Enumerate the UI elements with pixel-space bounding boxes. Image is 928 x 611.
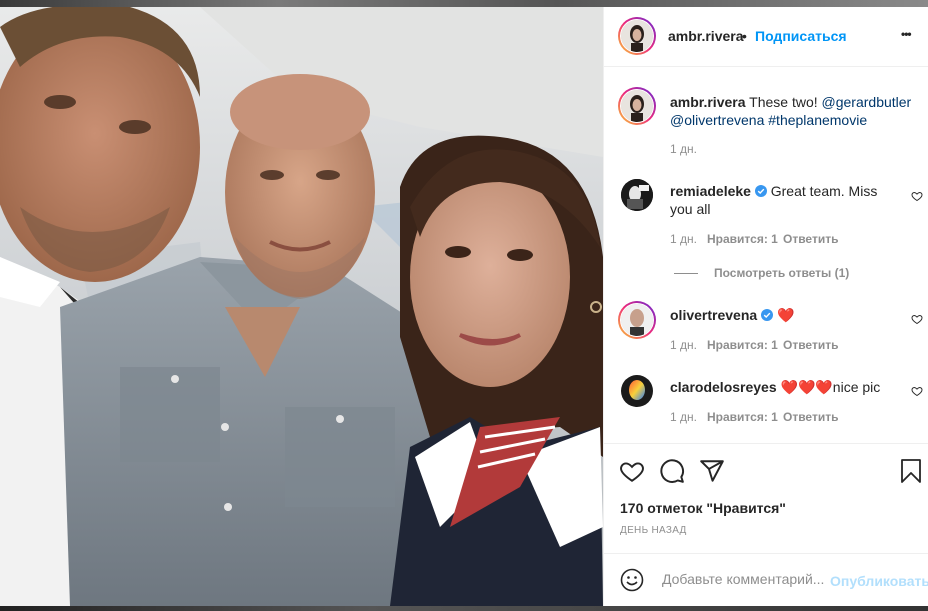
caption-avatar[interactable] xyxy=(618,87,656,125)
author-avatar[interactable] xyxy=(618,17,656,55)
reply-button[interactable]: Ответить xyxy=(783,410,838,424)
emoji-icon[interactable] xyxy=(620,568,644,592)
post-details-panel: ambr.rivera • Подписаться ••• ambr.river… xyxy=(603,7,928,606)
author-username[interactable]: ambr.rivera xyxy=(668,28,744,44)
comment-likes[interactable]: Нравится: 1 xyxy=(707,338,778,352)
commenter-avatar[interactable] xyxy=(621,375,653,407)
likes-count[interactable]: 170 отметок "Нравится" xyxy=(620,500,786,516)
comment-text: ❤️❤️❤️nice pic xyxy=(780,379,881,395)
publish-button[interactable]: Опубликовать xyxy=(830,573,928,589)
comment-username[interactable]: clarodelosreyes xyxy=(670,379,777,395)
add-comment-bar: Опубликовать xyxy=(604,553,928,606)
comment-likes[interactable]: Нравится: 1 xyxy=(707,410,778,424)
comment-text: ❤️ xyxy=(776,307,795,323)
caption-lead: These two! xyxy=(749,94,818,110)
more-options-icon[interactable]: ••• xyxy=(901,27,912,41)
hashtag-theplanemovie[interactable]: #theplanemovie xyxy=(768,112,867,128)
comment-like-icon[interactable] xyxy=(911,385,923,397)
post-header: ambr.rivera • Подписаться ••• xyxy=(604,7,928,67)
comment-username[interactable]: olivertrevena xyxy=(670,307,757,323)
comment-username[interactable]: remiadeleke xyxy=(670,183,751,199)
reply-button[interactable]: Ответить xyxy=(783,338,838,352)
like-heart-icon[interactable] xyxy=(619,458,645,484)
caption-time[interactable]: 1 дн. xyxy=(670,142,697,156)
verified-badge-icon xyxy=(754,185,767,197)
follow-button[interactable]: Подписаться xyxy=(755,28,847,44)
replies-divider xyxy=(674,273,698,274)
post-timestamp[interactable]: ДЕНЬ НАЗАД xyxy=(620,525,687,536)
commenter-avatar[interactable] xyxy=(618,301,656,339)
commenter-avatar[interactable] xyxy=(621,179,653,211)
comment-bubble-icon[interactable] xyxy=(659,458,685,484)
caption-username[interactable]: ambr.rivera xyxy=(670,94,746,110)
share-paper-plane-icon[interactable] xyxy=(699,458,725,484)
selfie-image xyxy=(0,7,603,606)
post-photo[interactable] xyxy=(0,7,603,606)
comment-likes[interactable]: Нравится: 1 xyxy=(707,232,778,246)
comment-like-icon[interactable] xyxy=(911,190,923,202)
caption-text: ambr.rivera These two! @gerardbutler @ol… xyxy=(670,93,914,129)
mention-olivertrevena[interactable]: @olivertrevena xyxy=(670,112,764,128)
save-bookmark-icon[interactable] xyxy=(899,458,923,484)
comment-input[interactable] xyxy=(660,570,829,588)
comment-time[interactable]: 1 дн. xyxy=(670,338,697,352)
view-replies-button[interactable]: Посмотреть ответы (1) xyxy=(714,266,849,280)
header-separator: • xyxy=(742,28,747,44)
actions-divider xyxy=(604,443,928,444)
comment-like-icon[interactable] xyxy=(911,313,923,325)
comment-time[interactable]: 1 дн. xyxy=(670,410,697,424)
reply-button[interactable]: Ответить xyxy=(783,232,838,246)
verified-badge-icon xyxy=(761,309,774,321)
mention-gerardbutler[interactable]: @gerardbutler xyxy=(822,94,912,110)
comment-time[interactable]: 1 дн. xyxy=(670,232,697,246)
